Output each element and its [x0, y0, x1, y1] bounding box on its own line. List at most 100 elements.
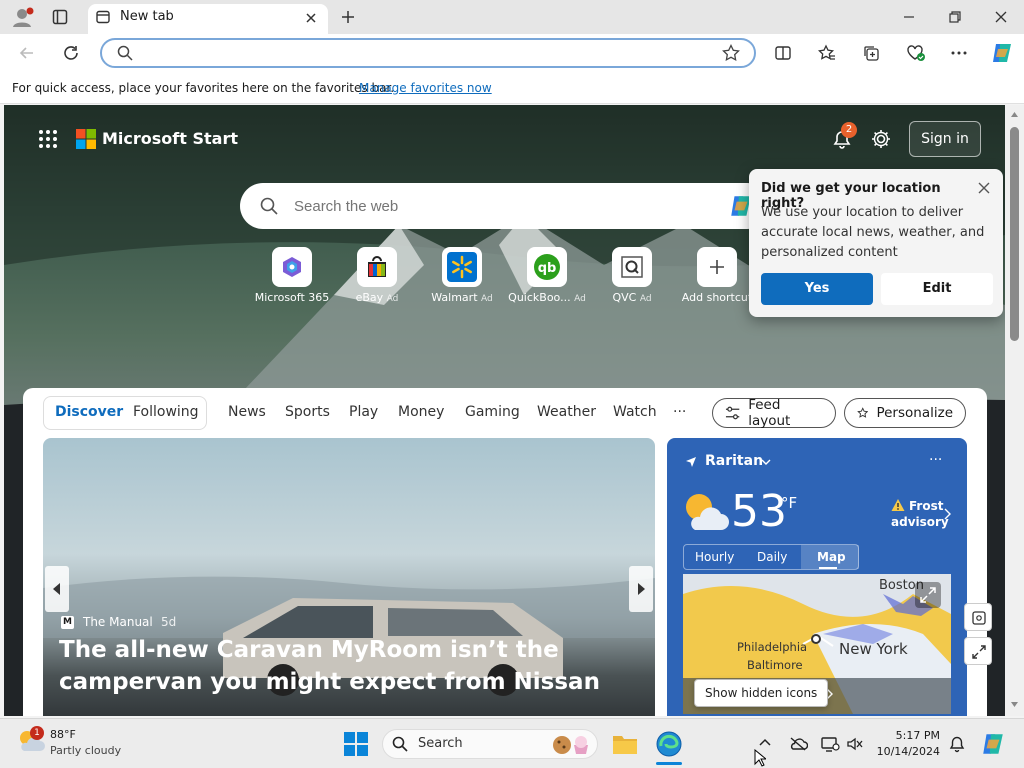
taskbar-weather-badge: 1: [30, 726, 44, 740]
expand-map-button[interactable]: [915, 582, 941, 608]
windows-start-icon[interactable]: [344, 732, 368, 756]
split-screen-icon[interactable]: [774, 44, 792, 62]
address-input[interactable]: [140, 42, 710, 64]
tab-hourly[interactable]: Hourly: [695, 550, 734, 564]
shortcut-walmart[interactable]: Walmart Ad: [422, 247, 502, 304]
popup-close-icon[interactable]: [977, 181, 991, 195]
chevron-down-icon[interactable]: [761, 457, 771, 467]
shortcut-qvc[interactable]: QVC Ad: [592, 247, 672, 304]
copilot-icon[interactable]: [990, 41, 1014, 65]
taskbar-search-label[interactable]: Search: [418, 736, 463, 751]
back-icon[interactable]: [18, 44, 36, 62]
feed-layout-label: Feed layout: [748, 397, 791, 429]
scrollbar-thumb[interactable]: [1010, 127, 1019, 341]
shortcut-label: Add shortcut: [681, 291, 753, 304]
qvc-icon: [612, 247, 652, 287]
web-search-icon: [260, 197, 278, 215]
popup-body: We use your location to deliver accurate…: [761, 205, 985, 260]
tab-money[interactable]: Money: [398, 404, 444, 420]
tab-title: New tab: [120, 9, 174, 24]
profile-icon[interactable]: [10, 6, 36, 28]
feedback-icon: [972, 611, 986, 625]
taskbar-weather-desc[interactable]: Partly cloudy: [50, 744, 121, 757]
alert-chevron-icon[interactable]: [943, 508, 951, 520]
mouse-cursor-icon: [754, 749, 766, 767]
refresh-icon[interactable]: [62, 44, 80, 62]
collections-icon[interactable]: [862, 44, 880, 62]
browser-essentials-icon[interactable]: [906, 44, 926, 62]
search-icon: [117, 45, 133, 61]
edit-button[interactable]: Edit: [881, 273, 993, 305]
tab-following[interactable]: Following: [133, 404, 199, 420]
svg-text:qb: qb: [538, 261, 557, 276]
location-arrow-icon: [685, 456, 697, 468]
scroll-up-icon[interactable]: [1010, 111, 1019, 118]
show-hidden-icons-chevron[interactable]: [758, 737, 772, 747]
taskbar-time[interactable]: 5:17 PM: [878, 729, 940, 742]
chevron-right-icon: [638, 583, 645, 595]
close-window-icon[interactable]: [994, 10, 1008, 24]
page-scrollbar[interactable]: [1005, 105, 1024, 716]
map-city-baltimore: Baltimore: [747, 658, 803, 672]
weather-unit[interactable]: °F: [781, 494, 797, 512]
close-tab-icon[interactable]: [304, 11, 318, 25]
minimize-icon[interactable]: [902, 10, 916, 24]
scroll-down-icon[interactable]: [1010, 701, 1019, 708]
restore-icon[interactable]: [948, 10, 962, 24]
onedrive-offline-icon[interactable]: [788, 735, 808, 753]
location-popup: Did we get your location right? We use y…: [749, 169, 1003, 317]
yes-button[interactable]: Yes: [761, 273, 873, 305]
weather-location[interactable]: Raritan: [705, 453, 763, 469]
hero-article-card[interactable]: M The Manual 5d The all-new Caravan MyRo…: [43, 438, 655, 716]
favorites-icon[interactable]: [818, 44, 836, 62]
favorite-star-icon[interactable]: [722, 44, 740, 62]
feed-layout-button[interactable]: Feed layout: [712, 397, 836, 429]
more-tabs-button[interactable]: ···: [673, 404, 686, 420]
hero-prev-button[interactable]: [45, 566, 69, 612]
network-icon[interactable]: [820, 735, 840, 753]
volume-muted-icon[interactable]: [846, 735, 864, 753]
shortcut-quickbooks[interactable]: qb QuickBoo... Ad: [507, 247, 587, 304]
tab-weather[interactable]: Weather: [537, 404, 596, 420]
shortcut-label: QuickBoo...: [508, 291, 571, 304]
shortcut-microsoft-365[interactable]: Microsoft 365: [252, 247, 332, 304]
new-tab-plus-icon[interactable]: [340, 9, 356, 25]
tab-daily[interactable]: Daily: [757, 550, 787, 564]
shortcut-add[interactable]: Add shortcut: [677, 247, 757, 304]
hero-next-button[interactable]: [629, 566, 653, 612]
tab-sports[interactable]: Sports: [285, 404, 330, 420]
tab-map[interactable]: Map: [817, 550, 846, 564]
tab-watch[interactable]: Watch: [613, 404, 657, 420]
feedback-button[interactable]: [964, 603, 992, 631]
more-options-icon[interactable]: [950, 44, 968, 62]
app-launcher-icon[interactable]: [38, 129, 58, 149]
warning-icon: [891, 498, 905, 512]
tab-news[interactable]: News: [228, 404, 266, 420]
current-location-marker: [811, 634, 821, 644]
expand-icon: [920, 587, 936, 603]
settings-gear-icon[interactable]: [870, 128, 892, 150]
sliders-icon: [725, 406, 740, 420]
alert-line-2[interactable]: advisory: [891, 515, 949, 529]
manage-favorites-link[interactable]: Manage favorites now: [359, 81, 492, 95]
quickbooks-icon: qb: [527, 247, 567, 287]
file-explorer-icon[interactable]: [612, 732, 638, 756]
alert-line-1[interactable]: Frost: [909, 499, 943, 513]
sign-in-button[interactable]: Sign in: [909, 121, 981, 157]
web-search-input[interactable]: [294, 195, 714, 217]
map-city-new-york: New York: [839, 640, 908, 658]
copilot-taskbar-icon[interactable]: [980, 731, 1006, 757]
tab-discover[interactable]: Discover: [55, 404, 123, 420]
taskbar-date[interactable]: 10/14/2024: [870, 745, 940, 758]
tab-gaming[interactable]: Gaming: [465, 404, 520, 420]
shortcut-ebay[interactable]: eBay Ad: [337, 247, 417, 304]
tab-actions-icon[interactable]: [52, 9, 68, 25]
taskbar-notification-bell-icon[interactable]: [948, 735, 966, 753]
fullscreen-button[interactable]: [964, 637, 992, 665]
weather-more-button[interactable]: ···: [929, 452, 942, 468]
taskbar-weather-temp[interactable]: 88°F: [50, 728, 76, 741]
tab-play[interactable]: Play: [349, 404, 378, 420]
personalize-button[interactable]: Personalize: [844, 398, 966, 428]
edge-browser-icon[interactable]: [656, 731, 682, 757]
hero-headline[interactable]: The all-new Caravan MyRoom isn’t the cam…: [59, 634, 629, 698]
